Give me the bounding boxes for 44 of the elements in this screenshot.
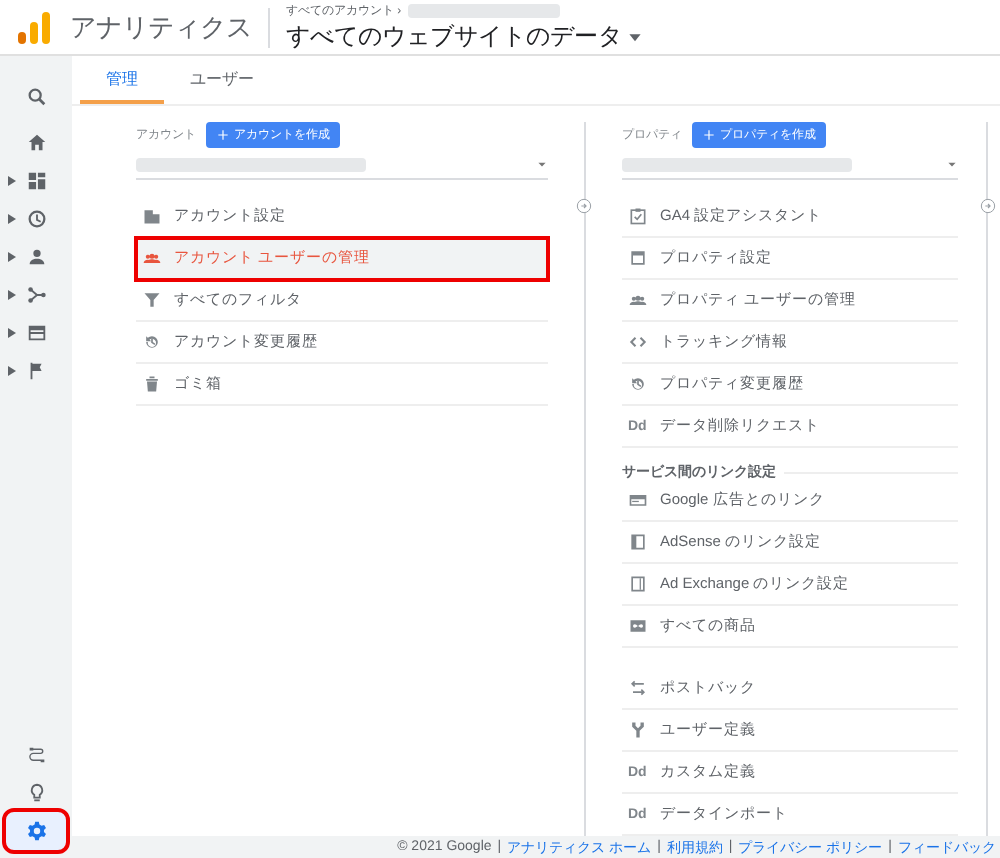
caret-icon xyxy=(628,29,642,43)
history-icon xyxy=(628,374,648,394)
layout-icon xyxy=(628,248,648,268)
infinity-icon xyxy=(628,616,648,636)
tab[interactable]: ユーザー xyxy=(164,56,280,104)
lightbulb-icon xyxy=(25,782,47,804)
filter-icon xyxy=(142,290,162,310)
clock-icon xyxy=(25,208,47,230)
flag-icon xyxy=(25,360,47,382)
dropdown-caret-icon xyxy=(536,158,548,170)
person-icon xyxy=(25,246,47,268)
arrow-circle-icon xyxy=(576,198,592,214)
window-icon xyxy=(25,322,47,344)
arrows-icon xyxy=(628,678,648,698)
building-icon xyxy=(142,206,162,226)
people-icon xyxy=(628,290,648,310)
fork-icon xyxy=(628,720,648,740)
expand-arrow-icon xyxy=(8,290,16,300)
card-icon xyxy=(628,490,648,510)
plus-icon xyxy=(702,127,716,141)
home-icon xyxy=(25,132,47,154)
expand-arrow-icon xyxy=(8,252,16,262)
plus-icon xyxy=(216,127,230,141)
clipboard-check-icon xyxy=(628,206,648,226)
route-icon xyxy=(25,744,47,766)
settings-icon xyxy=(25,820,47,842)
panel-icon xyxy=(628,532,648,552)
history-icon xyxy=(142,332,162,352)
branch-icon xyxy=(25,284,47,306)
expand-arrow-icon xyxy=(8,366,16,376)
view-selector[interactable]: すべてのウェブサイトのデータ xyxy=(286,19,642,53)
panel-icon xyxy=(628,574,648,594)
expand-arrow-icon xyxy=(8,328,16,338)
expand-arrow-icon xyxy=(8,214,16,224)
dashboard-icon xyxy=(25,170,47,192)
dropdown-caret-icon xyxy=(946,158,958,170)
expand-arrow-icon xyxy=(8,176,16,186)
tab[interactable]: 管理 xyxy=(80,56,164,104)
code-icon xyxy=(628,332,648,352)
search-icon xyxy=(25,85,47,107)
trash-icon xyxy=(142,374,162,394)
app-name: アナリティクス xyxy=(70,9,252,45)
sidebar-nav-item[interactable] xyxy=(6,812,66,850)
people-icon xyxy=(142,248,162,268)
